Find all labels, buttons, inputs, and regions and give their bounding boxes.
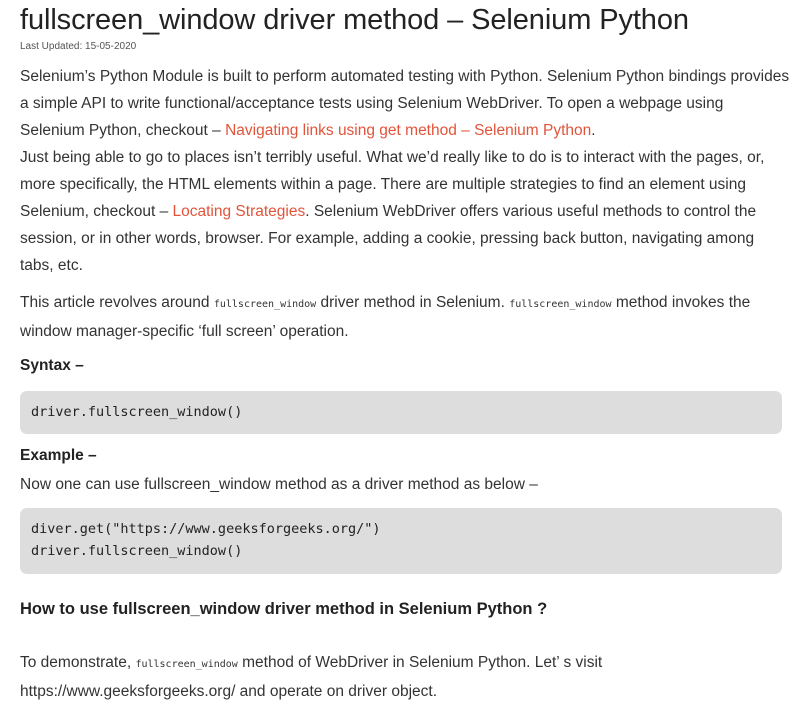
- demo-text-1: To demonstrate,: [20, 654, 136, 671]
- example-description: Now one can use fullscreen_window method…: [20, 476, 538, 493]
- navigating-links-link[interactable]: Navigating links using get method – Sele…: [225, 122, 591, 139]
- howto-heading: How to use fullscreen_window driver meth…: [20, 600, 548, 618]
- inline-code-fullscreen-window: fullscreen_window: [135, 659, 238, 670]
- revolves-paragraph: This article revolves around fullscreen_…: [20, 289, 790, 345]
- revolves-text-2: driver method in Selenium.: [316, 294, 510, 311]
- article-page: fullscreen_window driver method – Seleni…: [0, 0, 806, 717]
- article-title: fullscreen_window driver method – Seleni…: [20, 4, 689, 36]
- inline-code-fullscreen-window: fullscreen_window: [509, 299, 612, 310]
- intro-text-2: .: [591, 122, 596, 139]
- example-code-block[interactable]: diver.get("https://www.geeksforgeeks.org…: [20, 508, 782, 574]
- inline-code-fullscreen-window: fullscreen_window: [213, 299, 317, 310]
- intro-paragraph: Selenium’s Python Module is built to per…: [20, 63, 790, 279]
- syntax-code-block[interactable]: driver.fullscreen_window(): [20, 391, 782, 434]
- demo-paragraph: To demonstrate, fullscreen_window method…: [20, 649, 790, 705]
- locating-strategies-link[interactable]: Locating Strategies: [173, 203, 306, 220]
- syntax-heading: Syntax –: [20, 357, 84, 374]
- revolves-text-1: This article revolves around: [20, 294, 214, 311]
- example-heading: Example –: [20, 447, 97, 464]
- last-updated-date: Last Updated: 15-05-2020: [20, 41, 137, 52]
